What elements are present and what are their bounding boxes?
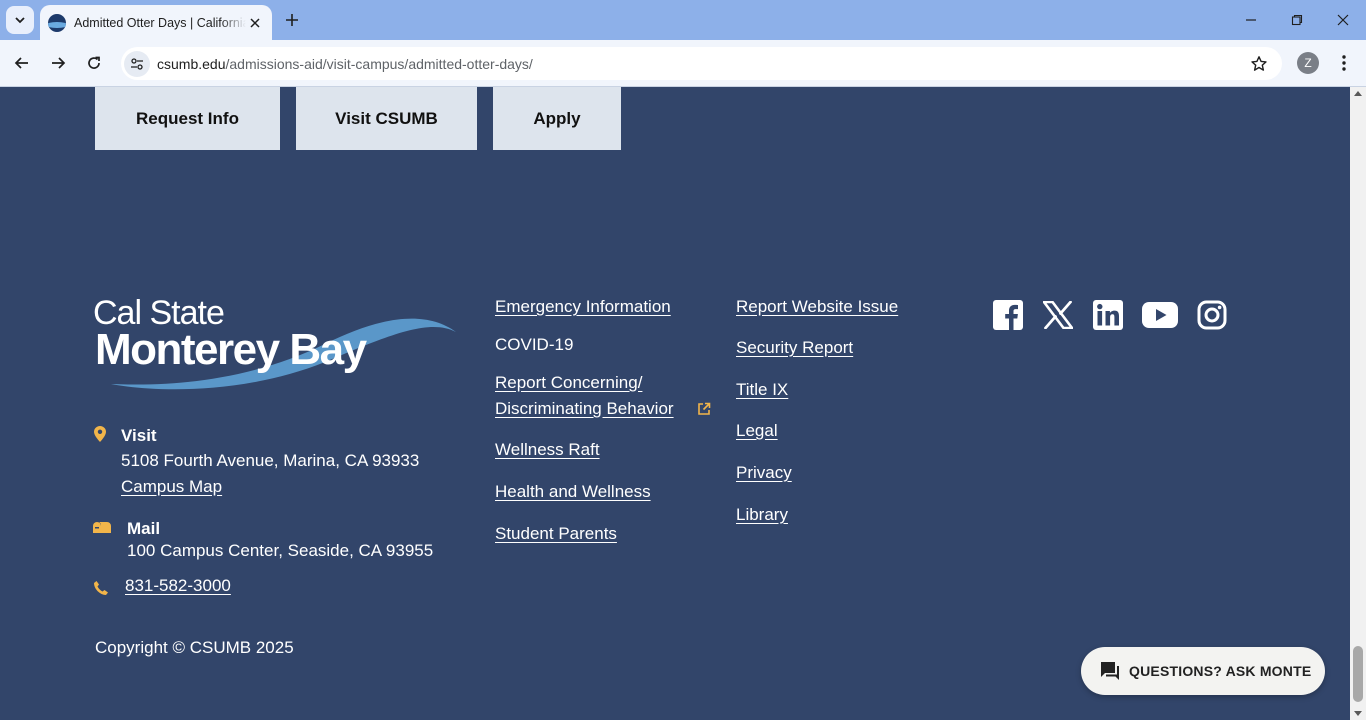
restore-icon xyxy=(1291,14,1303,26)
phone-icon xyxy=(92,579,110,597)
browser-menu-button[interactable] xyxy=(1334,50,1354,76)
browser-toolbar: csumb.edu/admissions-aid/visit-campus/ad… xyxy=(0,40,1366,87)
phone-link[interactable]: 831-582-3000 xyxy=(125,576,231,596)
visit-heading: Visit xyxy=(121,426,157,445)
visit-csumb-button[interactable]: Visit CSUMB xyxy=(296,87,477,150)
ask-monte-label: QUESTIONS? ASK MONTE xyxy=(1129,663,1312,679)
report-website-issue-link[interactable]: Report Website Issue xyxy=(736,297,898,317)
address-bar[interactable]: csumb.edu/admissions-aid/visit-campus/ad… xyxy=(121,47,1282,80)
title-ix-link[interactable]: Title IX xyxy=(736,380,788,400)
privacy-link[interactable]: Privacy xyxy=(736,463,792,483)
youtube-icon[interactable] xyxy=(1141,298,1179,332)
apply-button[interactable]: Apply xyxy=(493,87,621,150)
tab-close-icon[interactable] xyxy=(246,14,264,32)
scroll-down-arrow-icon[interactable] xyxy=(1354,711,1362,716)
close-icon xyxy=(1337,14,1349,26)
mailbox-icon xyxy=(93,518,111,536)
arrow-right-icon xyxy=(52,57,66,69)
visit-address: 5108 Fourth Avenue, Marina, CA 93933 xyxy=(121,451,420,470)
plus-icon xyxy=(286,14,298,26)
url-host: csumb.edu xyxy=(157,55,226,72)
instagram-icon[interactable] xyxy=(1195,298,1229,332)
report-concerning-link-line-2[interactable]: Discriminating Behavior xyxy=(495,399,674,419)
mail-address: 100 Campus Center, Seaside, CA 93955 xyxy=(127,541,434,560)
page-footer: Request Info Visit CSUMB Apply Cal State… xyxy=(0,87,1350,720)
campus-map-link[interactable]: Campus Map xyxy=(121,477,222,497)
page-scrollbar[interactable] xyxy=(1350,87,1366,720)
library-link[interactable]: Library xyxy=(736,505,788,525)
kebab-menu-icon xyxy=(1342,55,1346,71)
legal-link[interactable]: Legal xyxy=(736,421,778,441)
tab-title: Admitted Otter Days | California State U… xyxy=(74,15,246,30)
arrow-left-icon xyxy=(14,57,28,69)
browser-tab-active[interactable]: Admitted Otter Days | California State U… xyxy=(40,5,272,40)
scrollbar-thumb[interactable] xyxy=(1353,646,1363,702)
minimize-icon xyxy=(1246,19,1256,21)
close-window-button[interactable] xyxy=(1331,8,1355,32)
mail-heading: Mail xyxy=(127,519,161,538)
new-tab-button[interactable] xyxy=(280,8,304,32)
chevron-down-icon xyxy=(15,17,25,24)
request-info-button[interactable]: Request Info xyxy=(95,87,280,150)
restore-button[interactable] xyxy=(1285,8,1309,32)
site-info-icon[interactable] xyxy=(124,50,150,77)
forward-button[interactable] xyxy=(45,50,71,76)
site-favicon-icon xyxy=(48,13,66,32)
logo-line-2: Monterey Bay xyxy=(95,325,368,374)
facebook-icon[interactable] xyxy=(991,298,1025,332)
covid-19-text: COVID-19 xyxy=(495,335,574,354)
x-twitter-icon[interactable] xyxy=(1041,298,1075,332)
url-path: /admissions-aid/visit-campus/admitted-ot… xyxy=(225,55,533,72)
back-button[interactable] xyxy=(9,50,35,76)
emergency-information-link[interactable]: Emergency Information xyxy=(495,297,671,317)
security-report-link[interactable]: Security Report xyxy=(736,338,853,358)
external-link-icon xyxy=(695,400,713,418)
profile-avatar[interactable]: Z xyxy=(1297,52,1319,74)
student-parents-link[interactable]: Student Parents xyxy=(495,524,617,544)
wellness-raft-link[interactable]: Wellness Raft xyxy=(495,440,600,460)
chat-bubble-icon xyxy=(1101,662,1119,680)
health-and-wellness-link[interactable]: Health and Wellness xyxy=(495,482,651,502)
location-pin-icon xyxy=(91,425,109,443)
copyright-text: Copyright © CSUMB 2025 xyxy=(95,638,294,657)
minimize-button[interactable] xyxy=(1239,8,1263,32)
ask-monte-chat-button[interactable]: QUESTIONS? ASK MONTE xyxy=(1081,647,1325,695)
url-text[interactable]: csumb.edu/admissions-aid/visit-campus/ad… xyxy=(157,56,533,72)
reload-button[interactable] xyxy=(81,50,107,76)
reload-icon xyxy=(88,56,100,69)
scroll-up-arrow-icon[interactable] xyxy=(1354,91,1362,96)
bookmark-star-icon[interactable] xyxy=(1248,53,1270,75)
linkedin-icon[interactable] xyxy=(1091,298,1125,332)
report-concerning-link-line-1[interactable]: Report Concerning/ xyxy=(495,373,642,393)
csumb-logo[interactable]: Cal State Monterey Bay xyxy=(93,292,458,398)
tab-search-button[interactable] xyxy=(6,6,34,34)
tab-strip: Admitted Otter Days | California State U… xyxy=(0,0,1366,40)
